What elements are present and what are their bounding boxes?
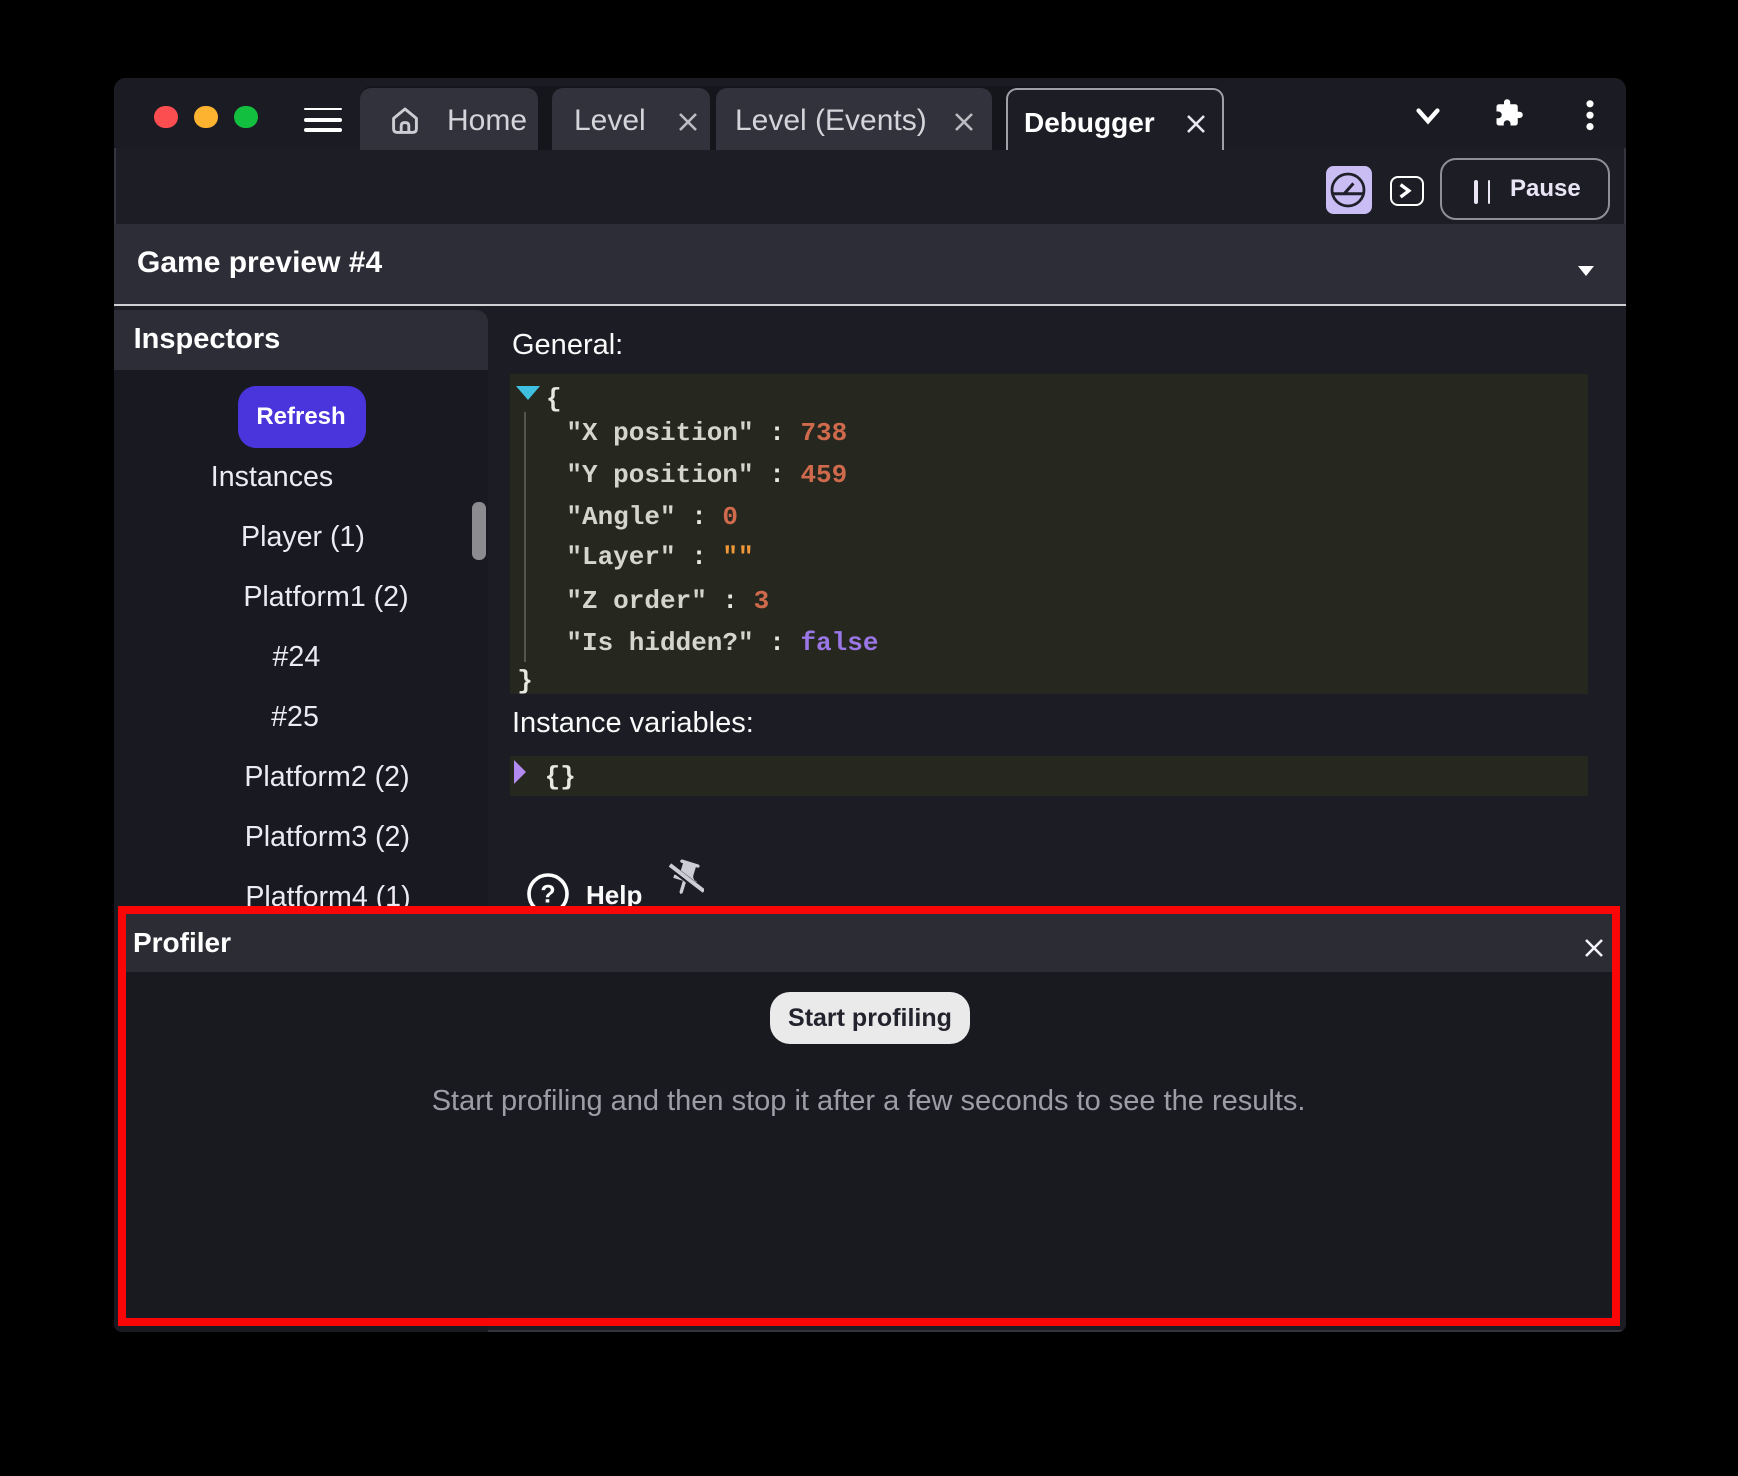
svg-text:?: ?	[540, 880, 555, 908]
